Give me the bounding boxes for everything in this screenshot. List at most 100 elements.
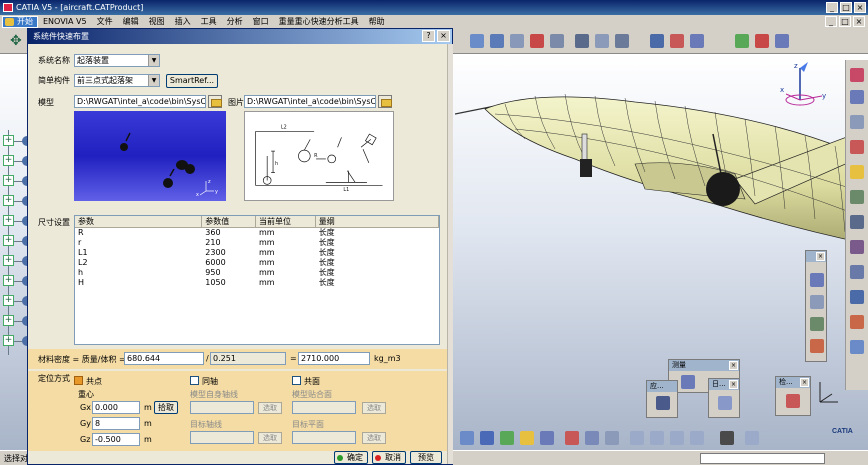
explode-icon[interactable] xyxy=(850,240,864,254)
model-plane-select-button[interactable]: 选取 xyxy=(362,402,386,414)
assembly-icon[interactable] xyxy=(850,68,864,82)
snap-icon[interactable] xyxy=(490,34,504,48)
menu-view[interactable]: 视图 xyxy=(144,15,170,29)
select-icon[interactable] xyxy=(470,34,484,48)
inertia-icon[interactable] xyxy=(775,34,789,48)
normal-view-icon[interactable] xyxy=(565,431,579,445)
picture-browse-folder-icon[interactable] xyxy=(378,95,392,108)
header-param[interactable]: 参数 xyxy=(75,216,203,227)
ok-button[interactable]: 确定 xyxy=(334,451,368,464)
dialog-close-button[interactable]: × xyxy=(437,30,450,42)
table-row[interactable]: r 210 mm 长度 xyxy=(75,238,439,248)
menu-insert[interactable]: 插入 xyxy=(170,15,196,29)
iso-view-icon[interactable] xyxy=(585,431,599,445)
swap-visible-icon[interactable] xyxy=(650,431,664,445)
float-toolbar-close-icon[interactable]: × xyxy=(816,252,825,261)
minimize-button[interactable]: _ xyxy=(826,2,838,13)
table-row[interactable]: h 950 mm 长度 xyxy=(75,268,439,278)
fly-icon[interactable] xyxy=(460,431,474,445)
model-browse-folder-icon[interactable] xyxy=(208,95,222,108)
gy-input[interactable]: 8 xyxy=(92,417,140,430)
measure-icon[interactable] xyxy=(670,34,684,48)
menu-enovia[interactable]: ENOVIA V5 xyxy=(38,15,92,29)
daily-toolbar-close-icon[interactable]: × xyxy=(729,380,738,389)
center-icon[interactable] xyxy=(755,34,769,48)
fit-all-icon[interactable] xyxy=(480,431,494,445)
section-icon[interactable] xyxy=(690,34,704,48)
menu-help[interactable]: 帮助 xyxy=(364,15,390,29)
measure-toolbar-close-icon[interactable]: × xyxy=(729,361,738,370)
target-axis-select-button[interactable]: 选取 xyxy=(258,432,282,444)
measure-between-icon[interactable] xyxy=(681,375,695,389)
constraint-tool-icon[interactable] xyxy=(850,140,864,154)
hide-show-icon[interactable] xyxy=(630,431,644,445)
manipulate-icon[interactable] xyxy=(810,273,824,287)
model-axis-input[interactable] xyxy=(190,401,254,414)
dialog-scrollbar[interactable] xyxy=(447,44,453,464)
menu-file[interactable]: 文件 xyxy=(92,15,118,29)
table-row[interactable]: H 1050 mm 长度 xyxy=(75,278,439,288)
part-icon[interactable] xyxy=(850,115,864,129)
zoom-in-icon[interactable] xyxy=(540,431,554,445)
pick-button[interactable]: 拾取 xyxy=(154,401,178,414)
volume-input[interactable]: 0.251 xyxy=(210,352,286,365)
menu-analysis[interactable]: 分析 xyxy=(222,15,248,29)
menu-tools[interactable]: 工具 xyxy=(196,15,222,29)
gx-input[interactable]: 0.000 xyxy=(92,401,140,414)
target-plane-input[interactable] xyxy=(292,431,356,444)
tree-expand-node[interactable]: + xyxy=(3,275,14,286)
refresh-icon[interactable] xyxy=(745,431,759,445)
tree-expand-node[interactable]: + xyxy=(3,335,14,346)
tree-expand-node[interactable]: + xyxy=(3,295,14,306)
header-unit[interactable]: 当前单位 xyxy=(256,216,316,227)
weight-icon[interactable] xyxy=(735,34,749,48)
cursor-icon[interactable] xyxy=(850,165,864,179)
product-icon[interactable] xyxy=(575,34,589,48)
model-path-input[interactable]: D:\RWGAT\intel_a\code\bin\SysCon xyxy=(74,95,206,108)
target-axis-input[interactable] xyxy=(190,431,254,444)
mass-input[interactable]: 680.644 xyxy=(124,352,204,365)
table-row[interactable]: R 360 mm 长度 xyxy=(75,228,439,238)
eraser-icon[interactable] xyxy=(718,396,732,410)
density-input[interactable]: 2710.000 xyxy=(298,352,370,365)
check-toolbar-close-icon[interactable]: × xyxy=(800,378,809,387)
header-value[interactable]: 参数值 xyxy=(202,216,257,227)
tree-expand-node[interactable]: + xyxy=(3,155,14,166)
cancel-button[interactable]: 取消 xyxy=(372,451,406,464)
system-name-select[interactable]: 起落装置 ▼ xyxy=(74,54,160,67)
menu-weight-tool[interactable]: 重量重心快速分析工具 xyxy=(274,15,364,29)
doc-restore-button[interactable]: □ xyxy=(839,16,851,27)
render-icon[interactable] xyxy=(850,315,864,329)
fix-icon[interactable] xyxy=(810,317,824,331)
3d-compass-icon[interactable]: z y x xyxy=(778,58,838,113)
plane-checkbox[interactable] xyxy=(292,376,301,385)
gz-input[interactable]: -0.500 xyxy=(92,433,140,446)
tree-expand-node[interactable]: + xyxy=(3,315,14,326)
compass-icon[interactable] xyxy=(510,34,524,48)
dialog-help-button[interactable]: ? xyxy=(422,30,435,42)
tree-expand-node[interactable]: + xyxy=(3,195,14,206)
model-axis-select-button[interactable]: 选取 xyxy=(258,402,282,414)
maximize-button[interactable]: □ xyxy=(840,2,852,13)
command-input[interactable] xyxy=(700,453,825,464)
tree-expand-node[interactable]: + xyxy=(3,215,14,226)
table-row[interactable]: L2 6000 mm 长度 xyxy=(75,258,439,268)
snap-tool-icon[interactable] xyxy=(810,295,824,309)
shading-icon[interactable] xyxy=(605,431,619,445)
constraint-icon[interactable] xyxy=(595,34,609,48)
move-icon[interactable]: ✥ xyxy=(10,33,22,49)
axis-checkbox[interactable] xyxy=(190,376,199,385)
gear-icon[interactable] xyxy=(850,190,864,204)
sketch-icon[interactable] xyxy=(530,34,544,48)
close-button[interactable]: × xyxy=(854,2,866,13)
model-plane-input[interactable] xyxy=(292,401,356,414)
rotate-view-icon[interactable] xyxy=(520,431,534,445)
target-plane-select-button[interactable]: 选取 xyxy=(362,432,386,444)
table-row[interactable]: L1 2300 mm 长度 xyxy=(75,248,439,258)
update-icon[interactable] xyxy=(615,34,629,48)
component-select[interactable]: 前三点式起落架 ▼ xyxy=(74,74,160,87)
analysis-icon[interactable] xyxy=(650,34,664,48)
camera-icon[interactable] xyxy=(720,431,734,445)
point-checkbox[interactable] xyxy=(74,376,83,385)
tree-expand-node[interactable]: + xyxy=(3,255,14,266)
